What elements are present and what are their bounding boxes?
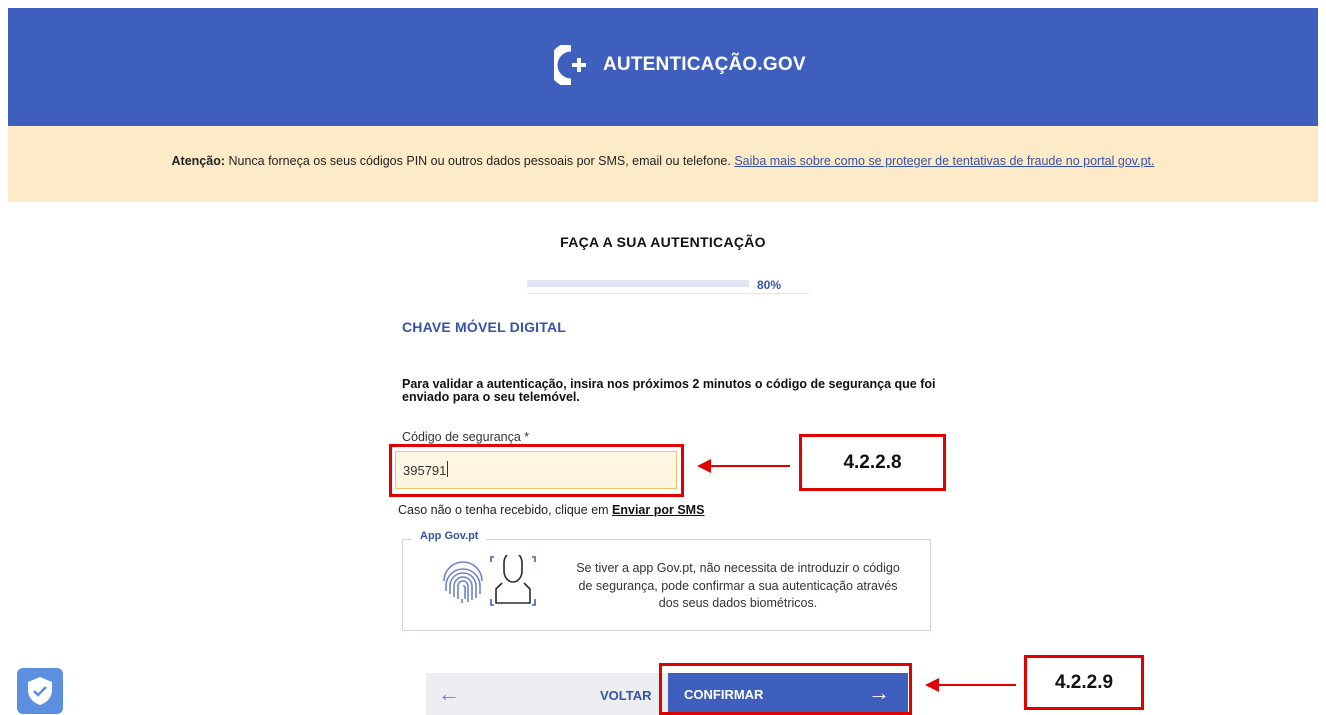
gov-logo-icon [554,45,586,85]
progress-percent: 80% [757,278,782,292]
progress-track [527,280,749,287]
app-info-text: Se tiver a app Gov.pt, não necessita de … [576,561,900,610]
warning-body: Nunca forneça os seus códigos PIN ou out… [225,154,735,168]
top-bar: AUTENTICAÇÃO.GOV [8,8,1318,126]
page-title: FAÇA A SUA AUTENTICAÇÃO [560,234,766,250]
annotation-confirm-label: 4.2.2.9 [1024,655,1144,710]
brand-name: AUTENTICAÇÃO.GOV [603,54,806,75]
annotation-input-arrow [708,465,790,467]
resend-text: Caso não o tenha recebido, clique em Env… [398,503,704,517]
annotation-confirm-highlight [659,663,912,715]
security-shield-button[interactable] [17,668,63,714]
fingerprint-icon [443,561,483,603]
back-button[interactable]: VOLTAR [600,688,652,703]
warning-text: Atenção: Nunca forneça os seus códigos P… [8,154,1318,168]
annotation-input-highlight [389,444,684,497]
app-box-legend: App Gov.pt [412,530,487,542]
warning-prefix: Atenção: [171,154,225,168]
progress-bar: 80% [527,278,810,294]
arrow-left-icon[interactable]: ← [438,683,460,705]
resend-prefix: Caso não o tenha recebido, clique em [398,503,613,517]
shield-check-icon [28,677,52,705]
send-sms-link[interactable]: Enviar por SMS [612,503,704,517]
section-title: CHAVE MÓVEL DIGITAL [402,319,567,335]
annotation-input-label: 4.2.2.8 [799,434,946,491]
face-scan-icon [490,555,536,606]
fraud-info-link[interactable]: Saiba mais sobre como se proteger de ten… [734,154,1154,168]
security-code-label: Código de segurança * [402,430,530,444]
fraud-warning-banner: Atenção: Nunca forneça os seus códigos P… [8,126,1318,202]
instructions-text: Para validar a autenticação, insira nos … [402,377,936,404]
annotation-confirm-arrow [936,684,1016,686]
